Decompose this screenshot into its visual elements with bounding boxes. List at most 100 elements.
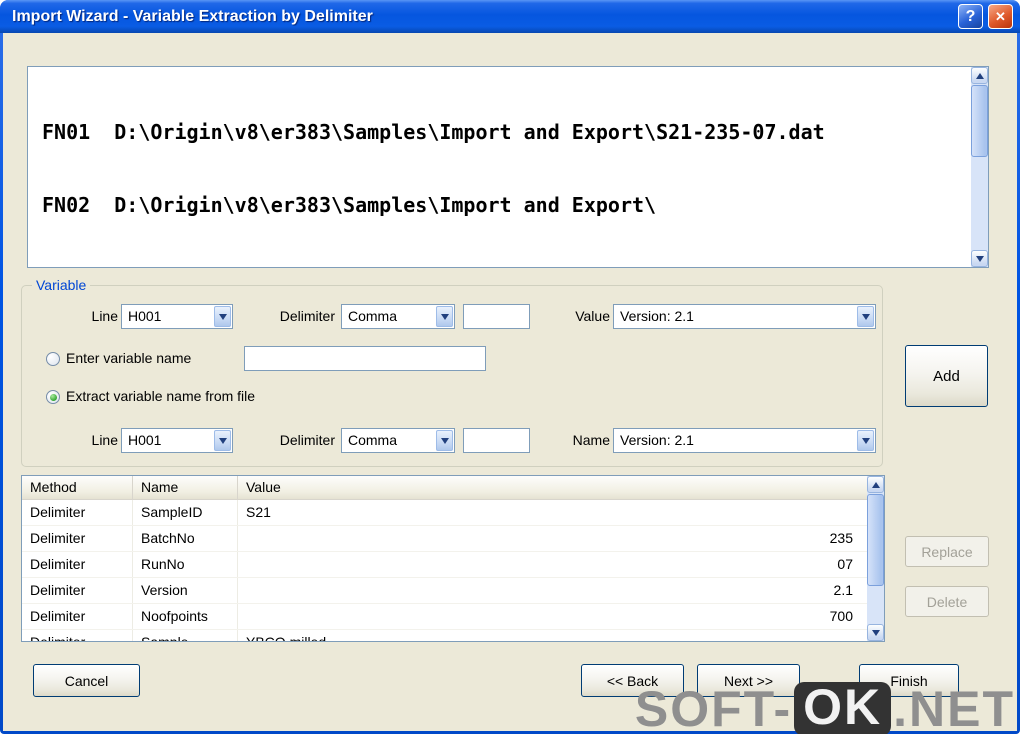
table-scroll-down-button[interactable] <box>867 624 884 641</box>
cell-method: Delimiter <box>22 500 133 525</box>
cell-method: Delimiter <box>22 630 133 641</box>
line-label-2: Line <box>91 432 118 448</box>
preview-text: FN01 D:\Origin\v8\er383\Samples\Import a… <box>42 71 968 267</box>
table-row[interactable]: Delimiter BatchNo 235 <box>22 526 867 552</box>
variables-table[interactable]: Method Name Value Delimiter SampleID S21… <box>21 475 885 642</box>
delimiter-combo-1-value: Comma <box>348 308 398 324</box>
value-label: Value <box>575 308 610 324</box>
line-combo-1[interactable]: H001 <box>121 304 233 329</box>
soft-ok-watermark: SOFT- OK .NET <box>635 680 1015 734</box>
name-combo-value: Version: 2.1 <box>620 432 694 448</box>
table-scrollbar[interactable] <box>867 476 884 641</box>
header-value[interactable]: Value <box>238 476 867 500</box>
cell-name: SampleID <box>133 500 238 525</box>
chevron-down-icon[interactable] <box>214 430 231 451</box>
name-label: Name <box>572 432 610 448</box>
delimiter-combo-2-value: Comma <box>348 432 398 448</box>
table-row[interactable]: Delimiter Sample YBCO milled <box>22 630 867 641</box>
variable-name-input[interactable] <box>244 346 486 371</box>
delete-button[interactable]: Delete <box>905 586 989 617</box>
cell-value: 07 <box>837 556 853 572</box>
cell-value: 2.1 <box>833 582 853 598</box>
cell-value: YBCO milled <box>238 630 867 641</box>
radio-dot-icon <box>49 393 57 401</box>
window-title: Import Wizard - Variable Extraction by D… <box>12 7 373 25</box>
watermark-prefix: SOFT- <box>634 681 793 734</box>
variable-group: Variable Line H001 Delimiter Comma Value… <box>21 277 883 467</box>
enter-variable-name-radio[interactable] <box>46 352 60 366</box>
close-icon: ✕ <box>995 8 1006 24</box>
close-button[interactable]: ✕ <box>988 4 1013 29</box>
cell-value: 700 <box>829 608 853 624</box>
table-row[interactable]: Delimiter SampleID S21 <box>22 500 867 526</box>
preview-line: FN03 S21-235-07.dat <box>42 266 968 267</box>
cell-method: Delimiter <box>22 604 133 629</box>
cell-method: Delimiter <box>22 526 133 551</box>
preview-scroll-down-button[interactable] <box>971 250 988 267</box>
arrow-up-icon <box>871 481 880 488</box>
delimiter-label-1: Delimiter <box>279 308 335 324</box>
arrow-up-icon <box>975 72 984 79</box>
custom-delimiter-input-2[interactable] <box>463 428 530 453</box>
header-method[interactable]: Method <box>22 476 133 500</box>
variable-group-label: Variable <box>32 277 91 293</box>
chevron-down-icon[interactable] <box>214 306 231 327</box>
arrow-down-icon <box>440 437 449 444</box>
dialog-client-area: FN01 D:\Origin\v8\er383\Samples\Import a… <box>3 33 1017 731</box>
preview-scrollbar-thumb[interactable] <box>971 85 988 157</box>
cancel-button[interactable]: Cancel <box>33 664 140 697</box>
cell-name: Sample <box>133 630 238 641</box>
file-preview-panel[interactable]: FN01 D:\Origin\v8\er383\Samples\Import a… <box>27 66 989 268</box>
line-combo-2[interactable]: H001 <box>121 428 233 453</box>
cell-value: S21 <box>246 504 271 520</box>
cell-name: Noofpoints <box>133 604 238 629</box>
table-row[interactable]: Delimiter Noofpoints 700 <box>22 604 867 630</box>
preview-scroll-up-button[interactable] <box>971 67 988 84</box>
cell-value: 235 <box>829 530 853 546</box>
replace-button[interactable]: Replace <box>905 536 989 567</box>
line-combo-2-value: H001 <box>128 432 162 448</box>
delimiter-combo-1[interactable]: Comma <box>341 304 455 329</box>
preview-line: FN02 D:\Origin\v8\er383\Samples\Import a… <box>42 193 657 218</box>
name-combo[interactable]: Version: 2.1 <box>613 428 876 453</box>
help-icon: ? <box>965 7 976 25</box>
chevron-down-icon[interactable] <box>436 430 453 451</box>
chevron-down-icon[interactable] <box>857 306 874 327</box>
arrow-down-icon <box>861 313 870 320</box>
table-header: Method Name Value <box>22 476 867 500</box>
watermark-suffix: .NET <box>893 681 1015 734</box>
preview-scrollbar[interactable] <box>971 67 988 267</box>
delimiter-combo-2[interactable]: Comma <box>341 428 455 453</box>
custom-delimiter-input-1[interactable] <box>463 304 530 329</box>
preview-line: FN01 D:\Origin\v8\er383\Samples\Import a… <box>42 119 825 144</box>
table-body: Delimiter SampleID S21 Delimiter BatchNo… <box>22 500 867 641</box>
cell-name: RunNo <box>133 552 238 577</box>
line-label-1: Line <box>91 308 118 324</box>
arrow-down-icon <box>871 629 880 636</box>
arrow-down-icon <box>975 255 984 262</box>
import-wizard-dialog: Import Wizard - Variable Extraction by D… <box>0 0 1020 734</box>
arrow-down-icon <box>861 437 870 444</box>
cell-method: Delimiter <box>22 578 133 603</box>
help-button[interactable]: ? <box>958 4 983 29</box>
titlebar[interactable]: Import Wizard - Variable Extraction by D… <box>0 0 1020 33</box>
table-row[interactable]: Delimiter Version 2.1 <box>22 578 867 604</box>
arrow-down-icon <box>440 313 449 320</box>
add-button[interactable]: Add <box>905 345 988 407</box>
header-name[interactable]: Name <box>133 476 238 500</box>
extract-variable-name-label: Extract variable name from file <box>66 388 256 404</box>
table-scroll-up-button[interactable] <box>867 476 884 493</box>
table-scrollbar-thumb[interactable] <box>867 494 884 586</box>
value-combo[interactable]: Version: 2.1 <box>613 304 876 329</box>
cell-name: BatchNo <box>133 526 238 551</box>
table-row[interactable]: Delimiter RunNo 07 <box>22 552 867 578</box>
chevron-down-icon[interactable] <box>857 430 874 451</box>
chevron-down-icon[interactable] <box>436 306 453 327</box>
enter-variable-name-label: Enter variable name <box>66 350 192 366</box>
arrow-down-icon <box>218 313 227 320</box>
line-combo-1-value: H001 <box>128 308 162 324</box>
value-combo-value: Version: 2.1 <box>620 308 694 324</box>
delimiter-label-2: Delimiter <box>279 432 335 448</box>
extract-variable-name-radio[interactable] <box>46 390 60 404</box>
cell-name: Version <box>133 578 238 603</box>
